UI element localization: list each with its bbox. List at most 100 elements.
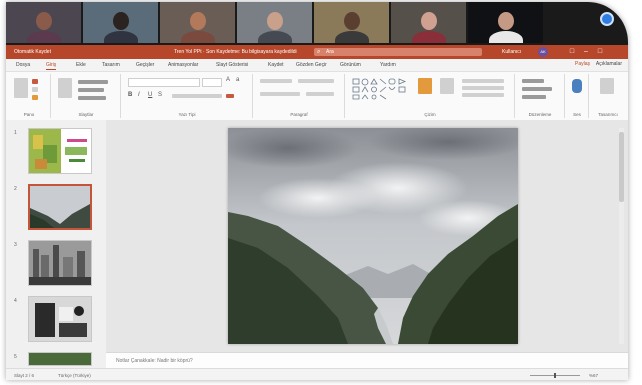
participant-tile[interactable] [237, 2, 312, 43]
font-effects[interactable] [172, 94, 222, 98]
reset-button[interactable] [78, 88, 104, 92]
slide-thumbnail[interactable] [28, 352, 92, 366]
status-bar: Slayt 2 / 6 Türkçe (Türkiye) %67 [6, 368, 628, 380]
font-family-select[interactable] [128, 78, 200, 87]
group-label: Paragraf [290, 112, 308, 117]
share-button[interactable]: Paylaş [575, 61, 590, 67]
shape-outline-button[interactable] [462, 86, 504, 90]
group-label: Düzenleme [528, 112, 552, 117]
minimize-icon[interactable]: – [582, 48, 590, 56]
avatar[interactable]: AK [538, 47, 548, 57]
autosave-toggle[interactable]: Otomatik Kaydet [14, 49, 51, 55]
ribbon-toolbar: Pano Slaytlar A a B I U S Yazı Tipi Para… [6, 71, 628, 121]
zoom-level[interactable]: %67 [589, 373, 598, 378]
select-button[interactable] [522, 95, 546, 99]
shape-fill-button[interactable] [462, 79, 504, 83]
slide-number: 1 [14, 130, 17, 136]
design-ideas-icon[interactable] [600, 78, 614, 94]
ribbon-group-editing: Düzenleme [516, 74, 565, 118]
slide-number: 3 [14, 242, 17, 248]
new-slide-icon[interactable] [58, 78, 72, 98]
tab-animations[interactable]: Animasyonlar [168, 62, 198, 68]
maximize-icon[interactable]: □ [596, 48, 604, 56]
arrange-icon[interactable] [418, 78, 432, 94]
group-label: Tasarımcı [598, 112, 618, 117]
slide-thumbnail[interactable] [28, 128, 92, 174]
slide-counter: Slayt 2 / 6 [14, 373, 35, 378]
tab-design[interactable]: Tasarım [102, 62, 120, 68]
participant-tile[interactable] [314, 2, 389, 43]
quick-styles-icon[interactable] [440, 78, 454, 94]
ribbon-tabs: Dosya Giriş Ekle Tasarım Geçişler Animas… [6, 59, 628, 71]
dictate-icon[interactable] [572, 79, 582, 93]
document-title: Tren Yol PPt · Son Kaydetme: Bu bilgisay… [174, 49, 297, 55]
shrink-font-icon[interactable]: a [236, 77, 239, 83]
format-painter-icon[interactable] [32, 95, 38, 100]
participant-tile[interactable] [6, 2, 81, 43]
grow-font-icon[interactable]: A [226, 77, 230, 83]
layout-button[interactable] [78, 80, 108, 84]
participant-tile[interactable] [83, 2, 158, 43]
tab-record[interactable]: Kaydet [268, 62, 284, 68]
shapes-gallery[interactable] [352, 78, 412, 100]
bold-icon[interactable]: B [128, 92, 132, 98]
zoom-slider-handle[interactable] [554, 373, 556, 378]
scrollbar-thumb[interactable] [619, 132, 624, 202]
underline-icon[interactable]: U [148, 92, 152, 98]
tab-slideshow[interactable]: Slayt Gösterisi [216, 62, 248, 68]
video-participants-strip [6, 2, 628, 45]
tab-transitions[interactable]: Geçişler [136, 62, 154, 68]
user-name[interactable]: Kullanıcı [502, 49, 521, 55]
group-label: Pano [23, 112, 35, 117]
ribbon-group-voice: Ses [566, 74, 589, 118]
copy-icon[interactable] [32, 87, 38, 92]
tab-insert[interactable]: Ekle [76, 62, 86, 68]
participant-tile[interactable] [160, 2, 235, 43]
find-button[interactable] [522, 79, 544, 83]
mountain-valley-photo[interactable] [218, 124, 528, 344]
comments-button[interactable]: Açıklamalar [596, 61, 622, 67]
bullets-button[interactable] [260, 79, 292, 83]
meeting-indicator-icon[interactable] [600, 12, 614, 26]
participant-tile[interactable] [391, 2, 466, 43]
slide-4-preview [29, 297, 91, 341]
speaker-notes-pane[interactable]: Notlar Çanakkale: Nadir bir köprü? [106, 352, 628, 369]
columns-button[interactable] [306, 92, 334, 96]
shape-effects-button[interactable] [462, 93, 504, 97]
align-buttons[interactable] [260, 92, 300, 96]
ribbon-group-drawing: Çizim [346, 74, 515, 118]
slide-2-preview [30, 186, 90, 228]
replace-button[interactable] [522, 87, 552, 91]
participant-tile[interactable] [468, 2, 543, 43]
tab-view[interactable]: Görünüm [340, 62, 361, 68]
slide-thumbnails-pane: 1 2 3 4 5 [6, 120, 107, 368]
paste-icon[interactable] [14, 78, 28, 98]
slide-thumbnail[interactable] [28, 240, 92, 286]
ribbon-group-clipboard: Pano [8, 74, 51, 118]
tab-home[interactable]: Giriş [46, 62, 57, 70]
slide-thumbnail-selected[interactable] [28, 184, 92, 230]
search-box[interactable]: Ara [314, 48, 482, 56]
group-label: Yazı Tipi [178, 112, 196, 117]
slide-number: 4 [14, 298, 17, 304]
title-bar: Otomatik Kaydet Tren Yol PPt · Son Kayde… [6, 45, 628, 59]
language-indicator[interactable]: Türkçe (Türkiye) [58, 373, 91, 378]
font-size-select[interactable] [202, 78, 222, 87]
tab-review[interactable]: Gözden Geçir [296, 62, 327, 68]
slide-thumbnail[interactable] [28, 296, 92, 342]
current-slide[interactable] [218, 124, 528, 344]
ribbon-display-icon[interactable]: □ [568, 48, 576, 56]
slide-editor-canvas[interactable] [106, 120, 628, 352]
font-color-icon[interactable] [226, 94, 234, 98]
tab-file[interactable]: Dosya [16, 62, 30, 68]
shadow-icon[interactable]: S [158, 92, 162, 98]
slide-1-preview [29, 129, 87, 173]
slide-number: 2 [14, 186, 17, 192]
app-window: Otomatik Kaydet Tren Yol PPt · Son Kayde… [6, 2, 628, 380]
slide-number: 5 [14, 354, 17, 360]
indent-buttons[interactable] [298, 79, 334, 83]
section-button[interactable] [78, 96, 106, 100]
italic-icon[interactable]: I [138, 92, 140, 98]
cut-icon[interactable] [32, 79, 38, 84]
tab-help[interactable]: Yardım [380, 62, 396, 68]
